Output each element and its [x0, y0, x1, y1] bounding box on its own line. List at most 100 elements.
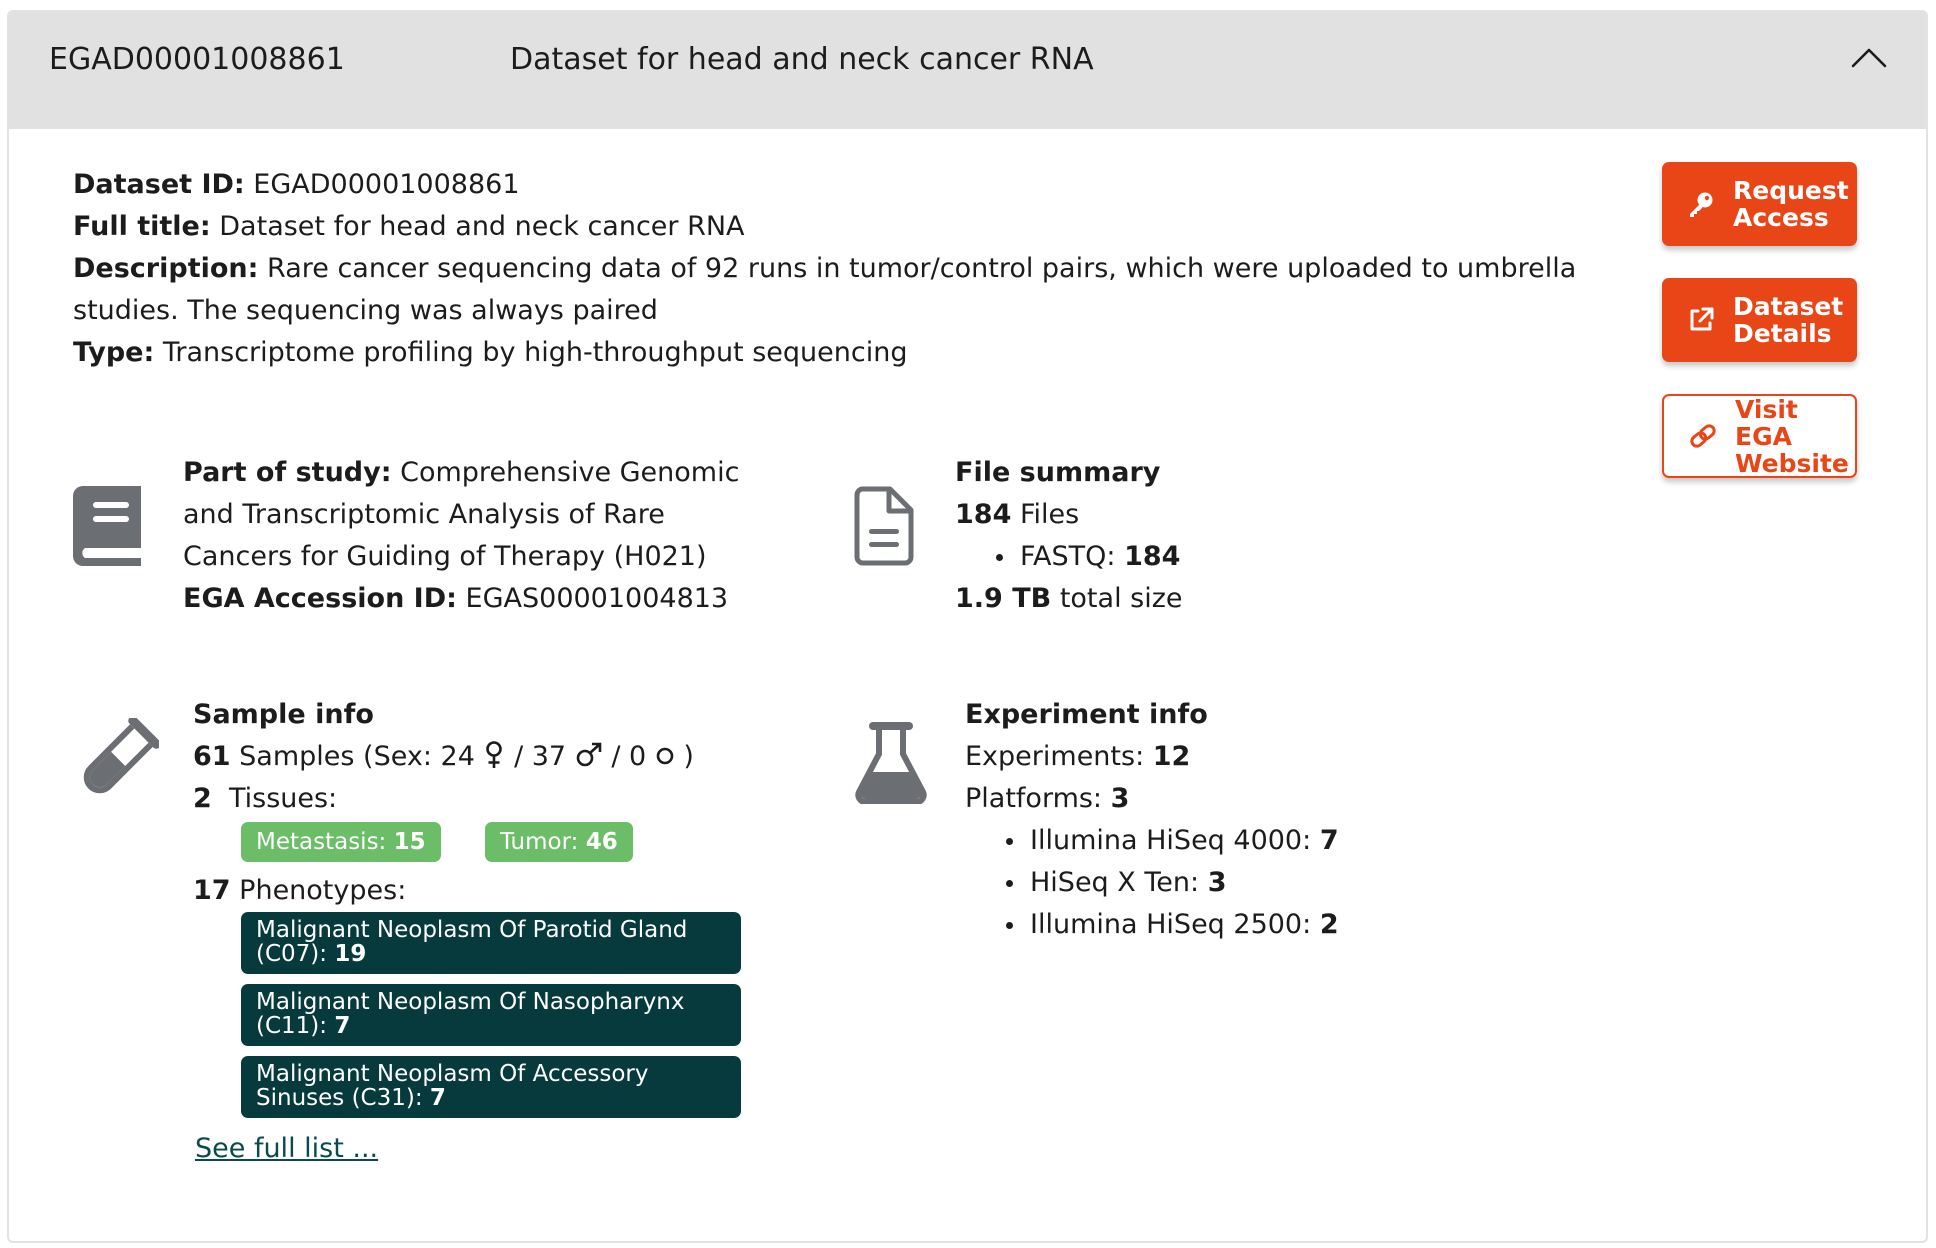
experiments-count-line: Experiments: 12: [965, 736, 1565, 778]
meta-type: Type: Transcriptome profiling by high-th…: [73, 332, 1583, 374]
male-count-text: / 37: [514, 741, 567, 772]
phenotype-tag-value: 7: [429, 1085, 446, 1111]
dataset-metadata: Dataset ID: EGAD00001008861 Full title: …: [73, 164, 1583, 374]
file-size-value: 1.9 TB: [955, 583, 1052, 614]
phenotype-count-value: 17: [193, 875, 231, 906]
experiments-label: Experiments:: [965, 741, 1145, 772]
experiment-info-section: Experiment info Experiments: 12 Platform…: [965, 694, 1565, 946]
circle-icon: [656, 747, 674, 765]
external-link-icon: [1690, 307, 1714, 331]
platform-item-label: HiSeq X Ten:: [1030, 867, 1200, 898]
platform-item: HiSeq X Ten: 3: [965, 862, 1565, 904]
phenotype-tag-label: Malignant Neoplasm Of Accessory Sinuses …: [256, 1061, 649, 1111]
file-count-value: 184: [955, 499, 1012, 530]
tissue-tag-value: 46: [585, 829, 618, 855]
file-type-item: FASTQ: 184: [955, 536, 1475, 578]
meta-type-value: Transcriptome profiling by high-throughp…: [162, 337, 908, 368]
platform-item-label: Illumina HiSeq 4000:: [1030, 825, 1312, 856]
platforms-list: Illumina HiSeq 4000: 7 HiSeq X Ten: 3 Illu…: [965, 820, 1565, 946]
dataset-details-label: Dataset Details: [1733, 292, 1844, 348]
meta-description: Description: Rare cancer sequencing data…: [73, 248, 1583, 332]
phenotype-tag: Malignant Neoplasm Of Accessory Sinuses …: [241, 1056, 741, 1118]
tissue-count-value: 2: [193, 783, 212, 814]
phenotype-tag-value: 7: [334, 1013, 351, 1039]
dataset-header[interactable]: EGAD00001008861 Dataset for head and nec…: [9, 12, 1926, 129]
test-tube-icon: [83, 718, 159, 794]
study-accession: EGA Accession ID: EGAS00001004813: [183, 578, 743, 620]
platform-item-value: 2: [1319, 909, 1339, 940]
meta-type-label: Type:: [73, 337, 155, 368]
chevron-up-icon[interactable]: [1849, 38, 1889, 78]
file-icon: [854, 486, 914, 566]
book-icon: [73, 486, 141, 566]
platform-item-value: 3: [1207, 867, 1227, 898]
visit-ega-website-button[interactable]: Visit EGA Website: [1662, 394, 1857, 478]
close-paren: ): [683, 741, 694, 772]
sample-info-heading: Sample info: [193, 699, 374, 730]
platforms-count-line: Platforms: 3: [965, 778, 1565, 820]
study-part-of: Part of study: Comprehensive Genomic and…: [183, 452, 743, 578]
file-type-item-value: 184: [1124, 541, 1181, 572]
male-icon: [576, 742, 602, 767]
tissue-tag-label: Metastasis:: [256, 829, 387, 855]
sample-count-text: Samples (Sex: 24: [239, 741, 475, 772]
tissue-tag-tumor: Tumor: 46: [485, 822, 633, 862]
platform-item-value: 7: [1319, 825, 1339, 856]
phenotype-label: Phenotypes:: [239, 875, 407, 906]
study-part-label: Part of study:: [183, 457, 392, 488]
phenotype-tag-value: 19: [334, 941, 367, 967]
tissue-count-line: 2 Tissues:: [193, 778, 773, 820]
meta-dataset-id-label: Dataset ID:: [73, 169, 245, 200]
sample-count-line: 61 Samples (Sex: 24 / 37 / 0 ): [193, 736, 773, 778]
file-summary-section: File summary 184 Files FASTQ: 184 1.9 TB…: [955, 452, 1475, 620]
study-accession-value: EGAS00001004813: [465, 583, 729, 614]
study-accession-label: EGA Accession ID:: [183, 583, 457, 614]
dataset-card: EGAD00001008861 Dataset for head and nec…: [7, 10, 1928, 1243]
meta-description-label: Description:: [73, 253, 259, 284]
phenotype-count-line: 17 Phenotypes:: [193, 870, 773, 912]
tissue-tag-value: 15: [393, 829, 426, 855]
platform-item-label: Illumina HiSeq 2500:: [1030, 909, 1312, 940]
file-types-list: FASTQ: 184: [955, 536, 1475, 578]
file-count: 184 Files: [955, 494, 1475, 536]
tissue-tag-label: Tumor:: [500, 829, 579, 855]
header-dataset-id: EGAD00001008861: [49, 42, 345, 77]
meta-dataset-id: Dataset ID: EGAD00001008861: [73, 164, 1583, 206]
file-summary-heading: File summary: [955, 457, 1161, 488]
phenotype-tag-label: Malignant Neoplasm Of Nasopharynx (C11):: [256, 989, 685, 1039]
unknown-count-text: / 0: [611, 741, 647, 772]
phenotype-tag-label: Malignant Neoplasm Of Parotid Gland (C07…: [256, 917, 688, 967]
tissue-tag-metastasis: Metastasis: 15: [241, 822, 441, 862]
experiments-value: 12: [1152, 741, 1191, 772]
header-dataset-title: Dataset for head and neck cancer RNA: [510, 42, 1094, 77]
study-section: Part of study: Comprehensive Genomic and…: [183, 452, 743, 620]
meta-dataset-id-value: EGAD00001008861: [253, 169, 520, 200]
platforms-label: Platforms:: [965, 783, 1103, 814]
tissue-label: Tissues:: [228, 783, 338, 814]
meta-description-value: Rare cancer sequencing data of 92 runs i…: [73, 253, 1577, 326]
meta-full-title-label: Full title:: [73, 211, 211, 242]
female-icon: [486, 741, 503, 768]
request-access-label: Request Access: [1733, 176, 1849, 232]
file-size: 1.9 TB total size: [955, 578, 1475, 620]
flask-icon: [855, 722, 927, 804]
sample-count-value: 61: [193, 741, 231, 772]
dataset-details-button[interactable]: Dataset Details: [1662, 278, 1857, 362]
phenotype-tag: Malignant Neoplasm Of Nasopharynx (C11):…: [241, 984, 741, 1046]
file-size-suffix: total size: [1059, 583, 1183, 614]
phenotype-tag: Malignant Neoplasm Of Parotid Gland (C07…: [241, 912, 741, 974]
meta-full-title-value: Dataset for head and neck cancer RNA: [219, 211, 745, 242]
file-count-suffix: Files: [1019, 499, 1080, 530]
request-access-button[interactable]: Request Access: [1662, 162, 1857, 246]
sample-info-section: Sample info 61 Samples (Sex: 24 / 37 / 0…: [193, 694, 773, 1170]
visit-ega-label: Visit EGA Website: [1735, 394, 1849, 478]
platform-item: Illumina HiSeq 2500: 2: [965, 904, 1565, 946]
platform-item: Illumina HiSeq 4000: 7: [965, 820, 1565, 862]
key-icon: [1690, 192, 1713, 217]
experiment-info-heading: Experiment info: [965, 699, 1208, 730]
platforms-value: 3: [1110, 783, 1130, 814]
phenotype-tags: Malignant Neoplasm Of Parotid Gland (C07…: [193, 912, 773, 1118]
meta-full-title: Full title: Dataset for head and neck ca…: [73, 206, 1583, 248]
file-type-item-label: FASTQ:: [1020, 541, 1116, 572]
see-full-list-link[interactable]: See full list ...: [195, 1133, 378, 1164]
